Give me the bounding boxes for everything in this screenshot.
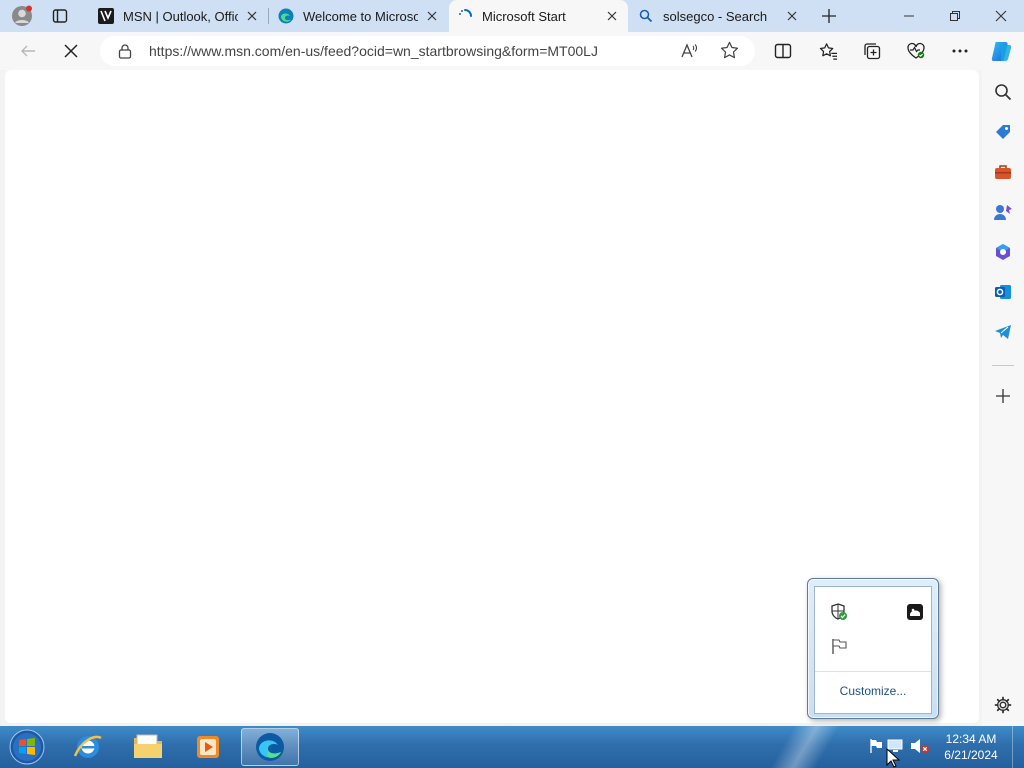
tab-strip: MSN | Outlook, Office Welcome to Microso… <box>0 0 1024 32</box>
telegram-icon <box>995 325 1011 339</box>
arrow-left-icon <box>21 45 35 57</box>
tab-msn[interactable]: MSN | Outlook, Office <box>90 0 268 32</box>
tools-icon <box>995 165 1011 179</box>
tab-search[interactable]: solsegco - Search <box>630 0 808 32</box>
tab-label: Microsoft Start <box>482 8 566 24</box>
tab-microsoft-start[interactable]: Microsoft Start <box>449 0 628 32</box>
sidebar-shopping-button[interactable] <box>988 117 1018 147</box>
favorites-button[interactable] <box>812 36 844 66</box>
action-center-flag-icon[interactable] <box>866 736 886 756</box>
sidebar-tools-button[interactable] <box>988 157 1018 187</box>
vertical-tabs-icon <box>52 9 68 23</box>
overflow-panel: Customize... <box>814 586 932 714</box>
copilot-icon <box>991 42 1012 61</box>
restore-button[interactable] <box>932 0 978 32</box>
outlook-icon <box>995 285 1011 299</box>
edge-sidebar <box>982 70 1024 726</box>
security-shield-icon[interactable] <box>828 601 850 623</box>
minimize-icon <box>904 15 914 17</box>
taskbar-internet-explorer[interactable] <box>60 728 116 766</box>
tab-separator <box>268 8 269 24</box>
minimize-button[interactable] <box>886 0 932 32</box>
games-icon <box>994 205 1012 220</box>
msn-icon <box>98 8 114 24</box>
edge-icon <box>278 8 294 24</box>
favorites-list-icon <box>819 42 837 60</box>
read-aloud-icon[interactable] <box>680 42 698 65</box>
copilot-button[interactable] <box>986 36 1018 66</box>
sidebar-divider <box>992 365 1014 366</box>
close-window-button[interactable] <box>978 0 1024 32</box>
collections-button[interactable] <box>856 36 888 66</box>
profile-avatar-icon <box>12 5 32 26</box>
clock-date: 6/21/2024 <box>944 748 998 762</box>
new-tab-button[interactable] <box>814 2 844 30</box>
sidebar-search-button[interactable] <box>988 77 1018 107</box>
clock-time: 12:34 AM <box>945 732 997 746</box>
settings-more-button[interactable] <box>944 36 976 66</box>
sidebar-games-button[interactable] <box>988 197 1018 227</box>
taskbar-edge[interactable] <box>241 728 299 766</box>
add-icon <box>996 389 1010 403</box>
close-icon <box>995 10 1007 22</box>
system-clock[interactable]: 12:34 AM 6/21/2024 <box>936 731 1006 763</box>
shopping-tag-icon <box>996 125 1010 139</box>
start-button[interactable] <box>0 728 54 766</box>
sidebar-telegram-button[interactable] <box>988 317 1018 347</box>
loading-spinner-icon <box>457 8 473 24</box>
close-icon[interactable] <box>604 8 620 24</box>
search-icon <box>995 84 1012 101</box>
mouse-cursor-icon <box>886 748 900 768</box>
microsoft365-icon <box>996 244 1010 260</box>
divider <box>815 671 931 672</box>
sidebar-outlook-button[interactable] <box>988 277 1018 307</box>
internet-explorer-icon <box>73 735 102 758</box>
show-desktop-button[interactable] <box>1012 726 1024 768</box>
split-screen-icon <box>774 43 792 59</box>
taskbar: 12:34 AM 6/21/2024 <box>0 726 1024 768</box>
close-icon[interactable] <box>784 8 800 24</box>
taskbar-file-explorer[interactable] <box>120 728 176 766</box>
tab-label: solsegco - Search <box>663 8 768 24</box>
taskbar-glare <box>760 726 850 768</box>
sidebar-add-button[interactable] <box>988 381 1018 411</box>
sidebar-microsoft365-button[interactable] <box>988 237 1018 267</box>
heart-pulse-icon <box>907 42 925 59</box>
collections-icon <box>864 43 881 60</box>
close-icon <box>64 44 78 58</box>
edge-icon <box>256 733 284 761</box>
navigation-toolbar: https://www.msn.com/en-us/feed?ocid=wn_s… <box>0 32 1024 70</box>
browser-essentials-button[interactable] <box>900 36 932 66</box>
tab-label: Welcome to Microsoft <box>303 8 418 24</box>
more-dots-icon <box>952 49 968 53</box>
close-icon[interactable] <box>244 8 260 24</box>
volume-muted-icon[interactable] <box>910 736 930 756</box>
sidebar-settings-button[interactable] <box>988 690 1018 720</box>
stop-loading-button[interactable] <box>55 36 87 66</box>
media-player-icon <box>197 736 219 758</box>
settings-icon <box>994 696 1012 714</box>
restore-icon <box>950 11 960 21</box>
customize-link[interactable]: Customize... <box>815 684 931 698</box>
profile-button[interactable] <box>7 2 37 30</box>
tab-label: MSN | Outlook, Office <box>123 8 238 24</box>
notification-area-overflow: Customize... <box>807 578 939 719</box>
lock-icon[interactable] <box>118 43 132 64</box>
tab-welcome[interactable]: Welcome to Microsoft <box>270 0 448 32</box>
close-icon[interactable] <box>424 8 440 24</box>
search-icon <box>638 8 654 24</box>
app-tray-icon[interactable] <box>904 601 926 623</box>
plus-icon <box>822 9 836 23</box>
file-explorer-icon <box>134 734 162 758</box>
taskbar-media-player[interactable] <box>180 728 236 766</box>
start-orb-icon <box>9 729 45 765</box>
split-screen-button[interactable] <box>767 36 799 66</box>
action-center-flag-icon[interactable] <box>828 635 850 657</box>
address-bar[interactable]: https://www.msn.com/en-us/feed?ocid=wn_s… <box>100 36 755 66</box>
tab-actions-button[interactable] <box>45 2 75 30</box>
back-button[interactable] <box>12 36 44 66</box>
address-url[interactable]: https://www.msn.com/en-us/feed?ocid=wn_s… <box>149 43 598 59</box>
favorite-star-icon[interactable] <box>720 41 739 65</box>
